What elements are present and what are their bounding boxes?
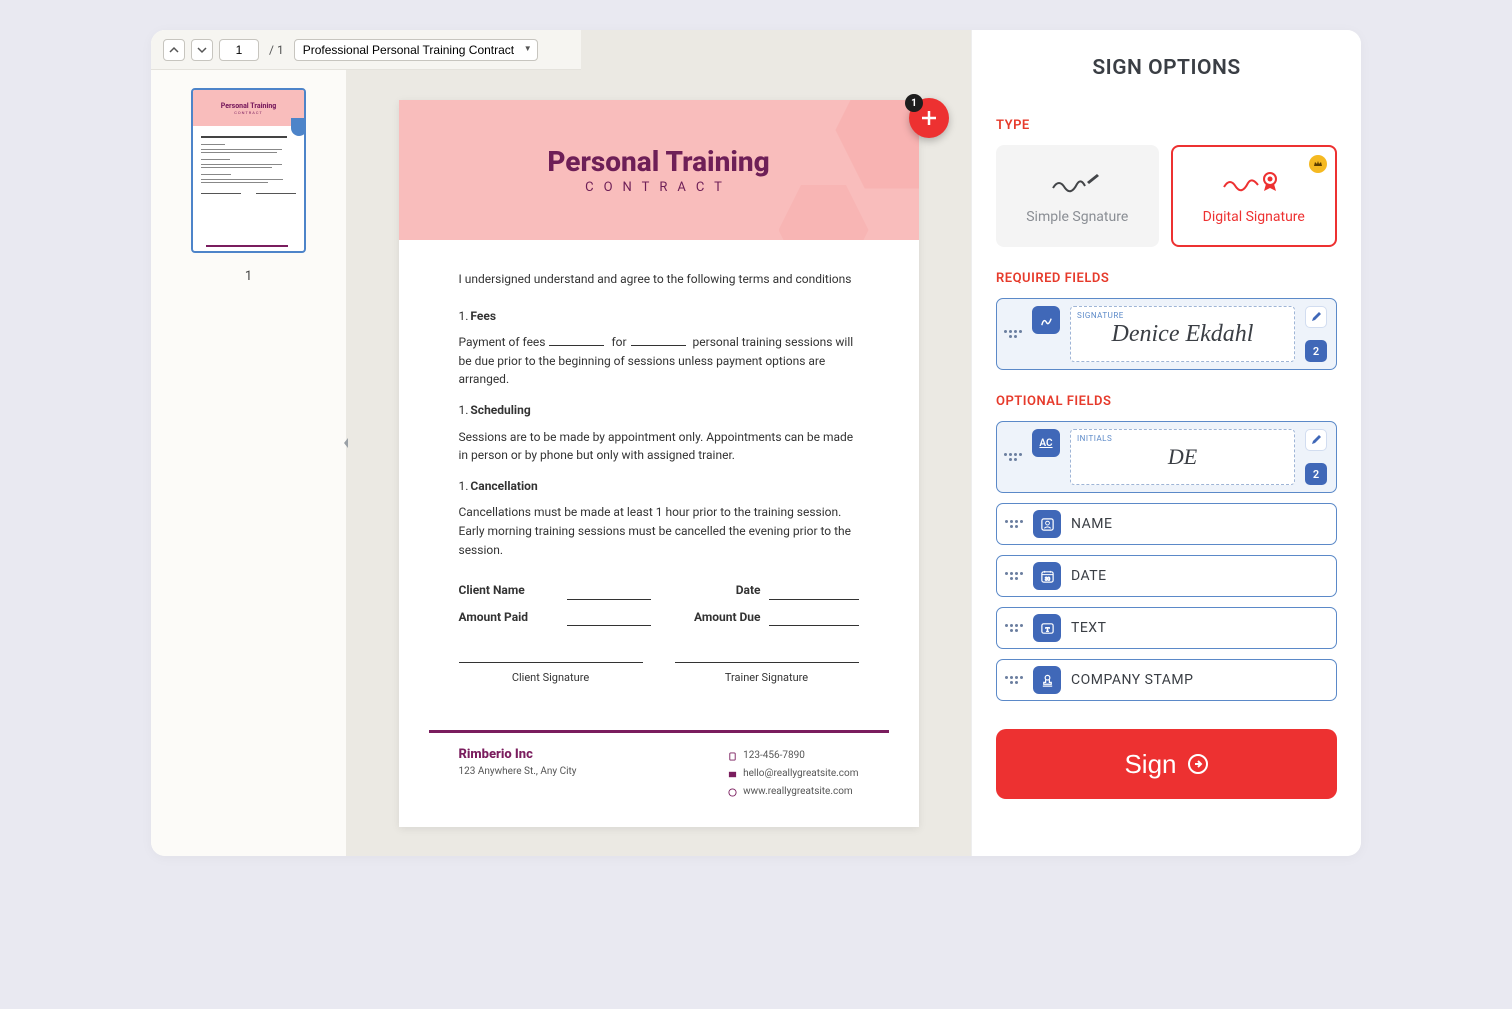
type-section-label: TYPE — [996, 118, 1337, 133]
drag-handle-icon[interactable] — [1005, 676, 1023, 684]
svg-text:30: 30 — [1044, 576, 1050, 582]
company-email: hello@reallygreatsite.com — [743, 765, 858, 783]
required-section-label: REQUIRED FIELDS — [996, 271, 1337, 286]
drag-handle-icon[interactable] — [1004, 306, 1022, 362]
simple-signature-option[interactable]: Simple Sgnature — [996, 145, 1159, 247]
page-thumbnail[interactable]: Personal Training CONTRACT — [191, 88, 306, 253]
document-canvas: 1 Personal Training CONTRACT I undersign… — [346, 30, 971, 856]
text-field[interactable]: T TEXT — [996, 607, 1337, 649]
stamp-icon — [1033, 666, 1061, 694]
page-total-label: / 1 — [269, 43, 284, 57]
bookmark-icon — [291, 118, 306, 136]
initials-icon: AC — [1032, 429, 1060, 457]
initials-field[interactable]: AC INITIALS DE 2 — [996, 421, 1337, 493]
name-field-label: NAME — [1071, 516, 1112, 532]
company-phone: 123-456-7890 — [743, 747, 805, 765]
fab-count-badge: 1 — [905, 94, 923, 112]
amount-paid-label: Amount Paid — [459, 608, 559, 627]
amount-due-label: Amount Due — [694, 608, 761, 627]
company-address: 123 Anywhere St., Any City — [459, 766, 577, 777]
initials-value: DE — [1168, 444, 1197, 470]
sign-button[interactable]: Sign — [996, 729, 1337, 799]
section-scheduling-title: 1.Scheduling — [459, 401, 859, 420]
signature-field[interactable]: SIGNATURE Denice Ekdahl 2 — [996, 298, 1337, 370]
date-field-label: DATE — [1071, 568, 1107, 584]
drag-handle-icon[interactable] — [1005, 572, 1023, 580]
date-label: Date — [736, 581, 761, 600]
optional-section-label: OPTIONAL FIELDS — [996, 394, 1337, 409]
add-field-fab[interactable]: 1 — [909, 98, 949, 138]
signature-count-badge: 2 — [1305, 340, 1327, 362]
calendar-icon: 30 — [1033, 562, 1061, 590]
section-fees-title: 1.Fees — [459, 307, 859, 326]
drag-handle-icon[interactable] — [1005, 624, 1023, 632]
phone-icon — [728, 752, 737, 761]
name-field[interactable]: NAME — [996, 503, 1337, 545]
edit-signature-button[interactable] — [1305, 306, 1327, 328]
trainer-signature-label: Trainer Signature — [675, 662, 859, 686]
thumbnail-panel: Personal Training CONTRACT — [151, 30, 346, 856]
text-field-label: TEXT — [1071, 620, 1106, 636]
thumb-subtitle: CONTRACT — [234, 110, 263, 115]
text-icon: T — [1033, 614, 1061, 642]
digital-signature-icon — [1220, 167, 1288, 197]
toolbar: / 1 Professional Personal Training Contr… — [151, 30, 581, 70]
footer-divider — [429, 730, 889, 733]
company-web: www.reallygreatsite.com — [743, 783, 853, 801]
initials-tag: INITIALS — [1077, 434, 1112, 443]
section-cancellation-title: 1.Cancellation — [459, 477, 859, 496]
company-name: Rimberio Inc — [459, 747, 577, 762]
page-header: Personal Training CONTRACT — [399, 100, 919, 240]
section-cancellation-body: Cancellations must be made at least 1 ho… — [459, 503, 859, 559]
signature-icon — [1032, 306, 1060, 334]
doc-title: Personal Training — [547, 145, 769, 178]
section-scheduling-body: Sessions are to be made by appointment o… — [459, 428, 859, 465]
collapse-thumbnails-button[interactable] — [338, 425, 354, 461]
digital-signature-option[interactable]: Digital Signature — [1171, 145, 1338, 247]
svg-text:T: T — [1045, 626, 1049, 633]
section-fees-body: Payment of fees for personal training se… — [459, 333, 859, 389]
prev-page-button[interactable] — [163, 39, 185, 61]
thumbnail-number: 1 — [245, 269, 252, 284]
stamp-field-label: COMPANY STAMP — [1071, 672, 1193, 688]
signature-value: Denice Ekdahl — [1112, 321, 1254, 348]
document-select[interactable]: Professional Personal Training Contract — [294, 39, 538, 61]
date-field[interactable]: 30 DATE — [996, 555, 1337, 597]
sidebar-title: SIGN OPTIONS — [996, 56, 1337, 80]
drag-handle-icon[interactable] — [1004, 429, 1022, 485]
premium-crown-icon — [1309, 155, 1327, 173]
document-page[interactable]: Personal Training CONTRACT I undersigned… — [399, 100, 919, 827]
sign-options-sidebar: SIGN OPTIONS TYPE Simple Sgnature Digita… — [971, 30, 1361, 856]
company-stamp-field[interactable]: COMPANY STAMP — [996, 659, 1337, 701]
drag-handle-icon[interactable] — [1005, 520, 1023, 528]
person-icon — [1033, 510, 1061, 538]
page-number-input[interactable] — [219, 39, 259, 61]
initials-count-badge: 2 — [1305, 463, 1327, 485]
digital-signature-label: Digital Signature — [1203, 209, 1305, 225]
pen-signature-icon — [1049, 167, 1105, 197]
simple-signature-label: Simple Sgnature — [1026, 209, 1128, 225]
next-page-button[interactable] — [191, 39, 213, 61]
client-name-label: Client Name — [459, 581, 559, 600]
doc-subtitle: CONTRACT — [585, 180, 732, 195]
client-signature-label: Client Signature — [459, 662, 643, 686]
globe-icon — [728, 788, 737, 797]
email-icon — [728, 770, 737, 779]
edit-initials-button[interactable] — [1305, 429, 1327, 451]
thumb-title: Personal Training — [221, 102, 277, 110]
intro-text: I undersigned understand and agree to th… — [459, 270, 859, 289]
signature-tag: SIGNATURE — [1077, 311, 1124, 320]
